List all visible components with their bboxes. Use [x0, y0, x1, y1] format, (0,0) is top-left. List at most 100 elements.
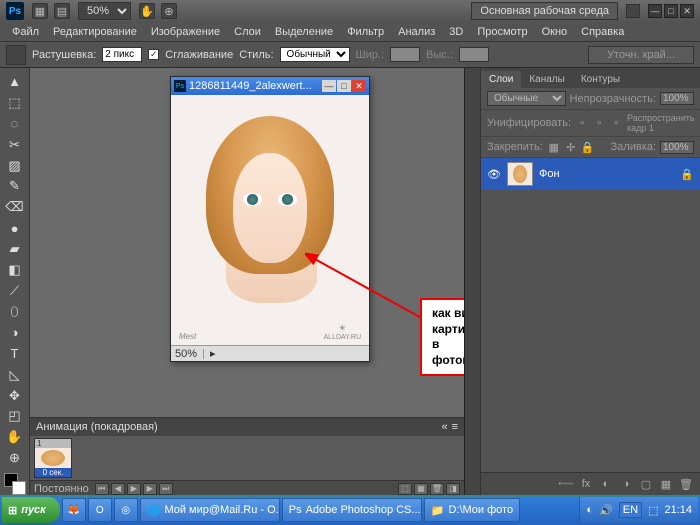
task-item[interactable]: 📁D:\Мои фото	[424, 498, 520, 522]
unify-visibility-icon[interactable]: ▫	[592, 116, 606, 130]
doc-zoom-value[interactable]: 50%	[175, 348, 197, 360]
unify-position-icon[interactable]: ▫	[575, 116, 589, 130]
menu-layers[interactable]: Слои	[228, 24, 267, 40]
stamp-tool[interactable]: ▰	[4, 239, 26, 259]
menu-image[interactable]: Изображение	[145, 24, 226, 40]
layer-row[interactable]: 👁 Фон 🔒	[481, 158, 700, 190]
history-icon[interactable]: ▤	[54, 3, 70, 19]
doc-close-icon[interactable]: ✕	[352, 80, 366, 92]
lasso-tool[interactable]: ◌	[4, 114, 26, 134]
animation-header[interactable]: Анимация (покадровая) «≡	[30, 418, 464, 436]
workspace-button[interactable]: Основная рабочая среда	[471, 2, 618, 20]
loop-select[interactable]: Постоянно	[34, 483, 89, 495]
menu-edit[interactable]: Редактирование	[47, 24, 143, 40]
prev-frame-icon[interactable]: ◀	[111, 483, 125, 495]
minimize-icon[interactable]: —	[648, 4, 662, 18]
eraser-tool[interactable]: ⌫	[4, 197, 26, 217]
trash-icon[interactable]: 🗑	[678, 476, 694, 492]
language-indicator[interactable]: EN	[619, 502, 642, 518]
lock-all-icon[interactable]: 🔒	[581, 140, 595, 154]
tray-icon[interactable]: ◐	[586, 504, 593, 516]
menu-window[interactable]: Окно	[536, 24, 574, 40]
duplicate-frame-icon[interactable]: ▦	[414, 483, 428, 495]
move-tool[interactable]: ▲	[4, 72, 26, 92]
timeline-toggle-icon[interactable]: ◨	[446, 483, 460, 495]
new-layer-icon[interactable]: ▦	[658, 476, 674, 492]
unify-style-icon[interactable]: ▫	[609, 116, 623, 130]
animation-frame[interactable]: 1 0 сек.	[34, 438, 72, 478]
zoom-icon[interactable]: ⊕	[161, 3, 177, 19]
menu-file[interactable]: Файл	[6, 24, 45, 40]
brush-tool[interactable]: ●	[4, 218, 26, 238]
path-tool[interactable]: ◺	[4, 365, 26, 385]
menu-analysis[interactable]: Анализ	[392, 24, 441, 40]
marquee-tool[interactable]: ⬚	[4, 93, 26, 113]
layer-name[interactable]: Фон	[539, 168, 560, 180]
panel-menu-icon[interactable]: ≡	[452, 421, 458, 433]
blur-tool[interactable]: ⬯	[4, 302, 26, 322]
opacity-input[interactable]	[660, 92, 694, 105]
mask-icon[interactable]: ◐	[598, 476, 614, 492]
document-window[interactable]: Ps 1286811449_2alexwert... — □ ✕ Mest AL…	[170, 76, 370, 362]
zoom-tool[interactable]: ⊕	[4, 448, 26, 468]
lock-position-icon[interactable]: ✢	[564, 140, 578, 154]
notes-tool[interactable]: ◰	[4, 407, 26, 427]
start-button[interactable]: пуск	[2, 497, 60, 523]
color-swatch[interactable]	[4, 473, 26, 495]
group-icon[interactable]: ▢	[638, 476, 654, 492]
shape-tool[interactable]: ✥	[4, 386, 26, 406]
gradient-tool[interactable]: ◧	[4, 260, 26, 280]
crop-tool[interactable]: ✂	[4, 135, 26, 155]
hand-tool[interactable]: ✋	[4, 427, 26, 447]
visibility-eye-icon[interactable]: 👁	[487, 168, 501, 181]
menu-3d[interactable]: 3D	[443, 24, 469, 40]
type-tool[interactable]: T	[4, 344, 26, 364]
pen-tool[interactable]: ⟋	[4, 281, 26, 301]
zoom-select[interactable]: 50%	[78, 2, 131, 20]
refine-edge-button[interactable]: Уточн. край...	[588, 46, 694, 64]
hand-icon[interactable]: ✋	[139, 3, 155, 19]
fx-icon[interactable]: fx	[578, 476, 594, 492]
document-canvas[interactable]: Mest ALLDAY.RU	[171, 95, 369, 345]
doc-minimize-icon[interactable]: —	[322, 80, 336, 92]
task-item[interactable]: 🌐Мой мир@Mail.Ru - O...	[140, 498, 280, 522]
dock-collapse-strip[interactable]	[464, 68, 480, 495]
propagate-label[interactable]: Распространить кадр 1	[627, 113, 695, 133]
doc-maximize-icon[interactable]: □	[337, 80, 351, 92]
close-icon[interactable]: ✕	[680, 4, 694, 18]
menu-view[interactable]: Просмотр	[471, 24, 533, 40]
link-icon[interactable]: ⬳	[558, 476, 574, 492]
fill-input[interactable]	[660, 141, 694, 154]
clock[interactable]: 21:14	[664, 504, 692, 516]
first-frame-icon[interactable]: ⏮	[95, 483, 109, 495]
quick-launch-firefox[interactable]: 🦊	[62, 498, 86, 522]
bridge-icon[interactable]: ▦	[32, 3, 48, 19]
style-select[interactable]: Обычный	[280, 47, 350, 62]
next-frame-icon[interactable]: ▶	[143, 483, 157, 495]
frame-duration[interactable]: 0 сек.	[35, 468, 71, 477]
last-frame-icon[interactable]: ⏭	[159, 483, 173, 495]
healing-tool[interactable]: ✎	[4, 177, 26, 197]
tab-paths[interactable]: Контуры	[573, 71, 628, 88]
eyedropper-tool[interactable]: ▨	[4, 156, 26, 176]
dodge-tool[interactable]: ◑	[4, 323, 26, 343]
maximize-icon[interactable]: □	[664, 4, 678, 18]
quick-launch-opera[interactable]: O	[88, 498, 112, 522]
tray-icon[interactable]: ⬚	[648, 504, 658, 517]
feather-input[interactable]	[102, 47, 142, 62]
menu-help[interactable]: Справка	[575, 24, 630, 40]
quick-launch-other[interactable]: ◎	[114, 498, 138, 522]
doc-info-icon[interactable]: ▸	[210, 347, 216, 360]
chevron-double-icon[interactable]	[626, 4, 640, 18]
blend-mode-select[interactable]: Обычные	[487, 91, 566, 106]
current-tool-icon[interactable]	[6, 45, 26, 65]
menu-select[interactable]: Выделение	[269, 24, 339, 40]
panel-collapse-icon[interactable]: «	[441, 421, 447, 433]
adjustment-icon[interactable]: ◑	[618, 476, 634, 492]
document-titlebar[interactable]: Ps 1286811449_2alexwert... — □ ✕	[171, 77, 369, 95]
delete-frame-icon[interactable]: 🗑	[430, 483, 444, 495]
antialias-check[interactable]: ✓	[148, 49, 159, 60]
menu-filter[interactable]: Фильтр	[341, 24, 390, 40]
tween-icon[interactable]: ⬚	[398, 483, 412, 495]
task-item[interactable]: PsAdobe Photoshop CS...	[282, 498, 422, 522]
